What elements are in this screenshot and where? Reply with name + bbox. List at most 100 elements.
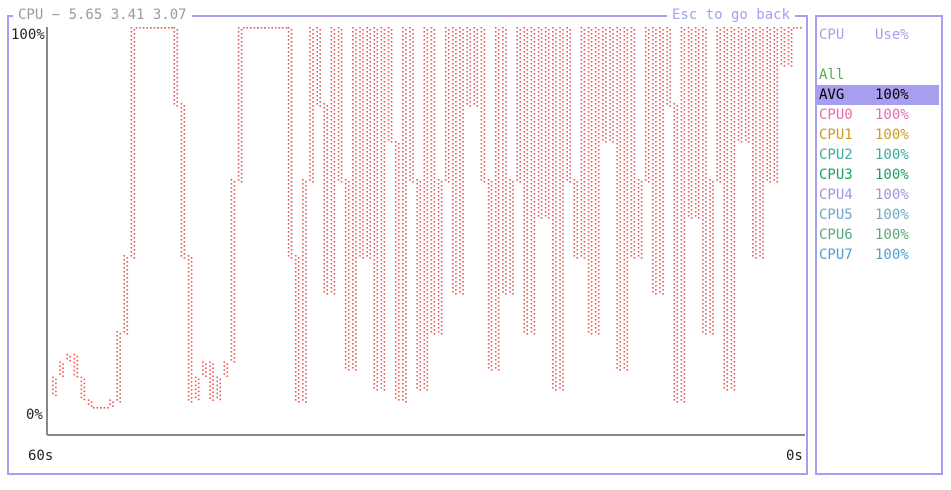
series-dot: [330, 227, 333, 229]
series-dot: [383, 53, 386, 55]
series-dot: [494, 195, 497, 197]
series-dot: [319, 73, 321, 75]
series-dot: [487, 335, 490, 337]
series-dot: [497, 349, 500, 351]
series-dot: [540, 101, 543, 103]
series-dot: [287, 147, 290, 149]
series-dot: [487, 275, 490, 277]
series-dot: [282, 27, 284, 29]
series-dot: [380, 267, 383, 269]
series-dot: [433, 301, 436, 303]
series-dot: [180, 255, 183, 257]
series-dot: [537, 35, 540, 37]
series-dot: [394, 369, 397, 371]
series-dot: [473, 67, 476, 69]
series-dot: [383, 165, 386, 167]
series-dot: [555, 153, 557, 155]
series-dot: [416, 231, 418, 233]
series-dot: [330, 127, 333, 129]
series-dot: [187, 283, 190, 285]
series-dot: [423, 63, 426, 65]
series-dot: [340, 137, 343, 139]
series-dot: [512, 253, 514, 255]
series-dot: [447, 89, 450, 91]
series-dot: [347, 261, 350, 263]
series-dot: [523, 183, 526, 185]
series-dot: [305, 285, 307, 287]
series-dot: [233, 321, 236, 323]
series-dot: [487, 219, 490, 221]
series-dot: [352, 143, 354, 145]
series-dot: [526, 65, 529, 67]
series-dot: [362, 193, 364, 195]
series-dot: [544, 91, 547, 93]
series-dot: [444, 155, 447, 157]
series-dot: [430, 83, 433, 85]
series-dot: [383, 205, 386, 207]
series-dot: [130, 207, 133, 209]
series-dot: [373, 47, 376, 49]
series-dot: [362, 97, 364, 99]
series-dot: [402, 223, 404, 225]
series-dot: [130, 91, 133, 93]
series-dot: [194, 396, 197, 399]
series-dot: [323, 135, 326, 137]
series-dot: [480, 99, 483, 101]
series-dot: [397, 223, 400, 225]
series-dot: [352, 287, 354, 289]
series-dot: [459, 263, 461, 265]
series-dot: [290, 57, 293, 59]
series-dot: [333, 193, 336, 195]
series-dot: [187, 339, 190, 341]
series-dot: [423, 267, 426, 269]
series-dot: [540, 169, 543, 171]
series-dot: [237, 175, 240, 177]
series-dot: [312, 157, 314, 159]
series-dot: [452, 131, 454, 133]
series-dot: [240, 33, 243, 35]
series-dot: [130, 215, 133, 217]
series-dot: [333, 41, 336, 43]
series-dot: [130, 203, 133, 205]
series-dot: [373, 195, 376, 197]
series-dot: [530, 223, 533, 225]
series-dot: [316, 91, 318, 93]
series-dot: [359, 67, 361, 69]
series-dot: [326, 249, 329, 251]
series-dot: [490, 305, 493, 307]
series-dot: [537, 171, 540, 173]
series-dot: [402, 267, 404, 269]
series-dot: [302, 279, 304, 281]
series-dot: [380, 251, 383, 253]
series-dot: [540, 65, 543, 67]
series-dot: [430, 211, 433, 213]
series-dot: [440, 181, 443, 183]
series-dot: [380, 351, 383, 353]
series-dot: [505, 85, 507, 87]
series-dot: [555, 229, 557, 231]
series-dot: [490, 205, 493, 207]
series-dot: [466, 99, 468, 101]
series-dot: [480, 67, 483, 69]
series-dot: [426, 181, 429, 183]
series-dot: [380, 359, 383, 361]
series-dot: [362, 257, 364, 259]
series-dot: [544, 155, 547, 157]
series-dot: [497, 145, 500, 147]
series-dot: [447, 109, 450, 111]
series-dot: [537, 63, 540, 65]
series-dot: [462, 125, 464, 127]
series-dot: [390, 69, 393, 71]
series-dot: [462, 237, 464, 239]
series-dot: [344, 259, 347, 261]
series-dot: [440, 201, 443, 203]
series-dot: [344, 191, 347, 193]
series-dot: [505, 165, 507, 167]
series-dot: [505, 129, 507, 131]
series-dot: [326, 221, 329, 223]
series-dot: [337, 51, 340, 53]
series-dot: [537, 135, 540, 137]
series-dot: [319, 77, 321, 79]
series-dot: [497, 41, 500, 43]
series-dot: [366, 243, 368, 245]
